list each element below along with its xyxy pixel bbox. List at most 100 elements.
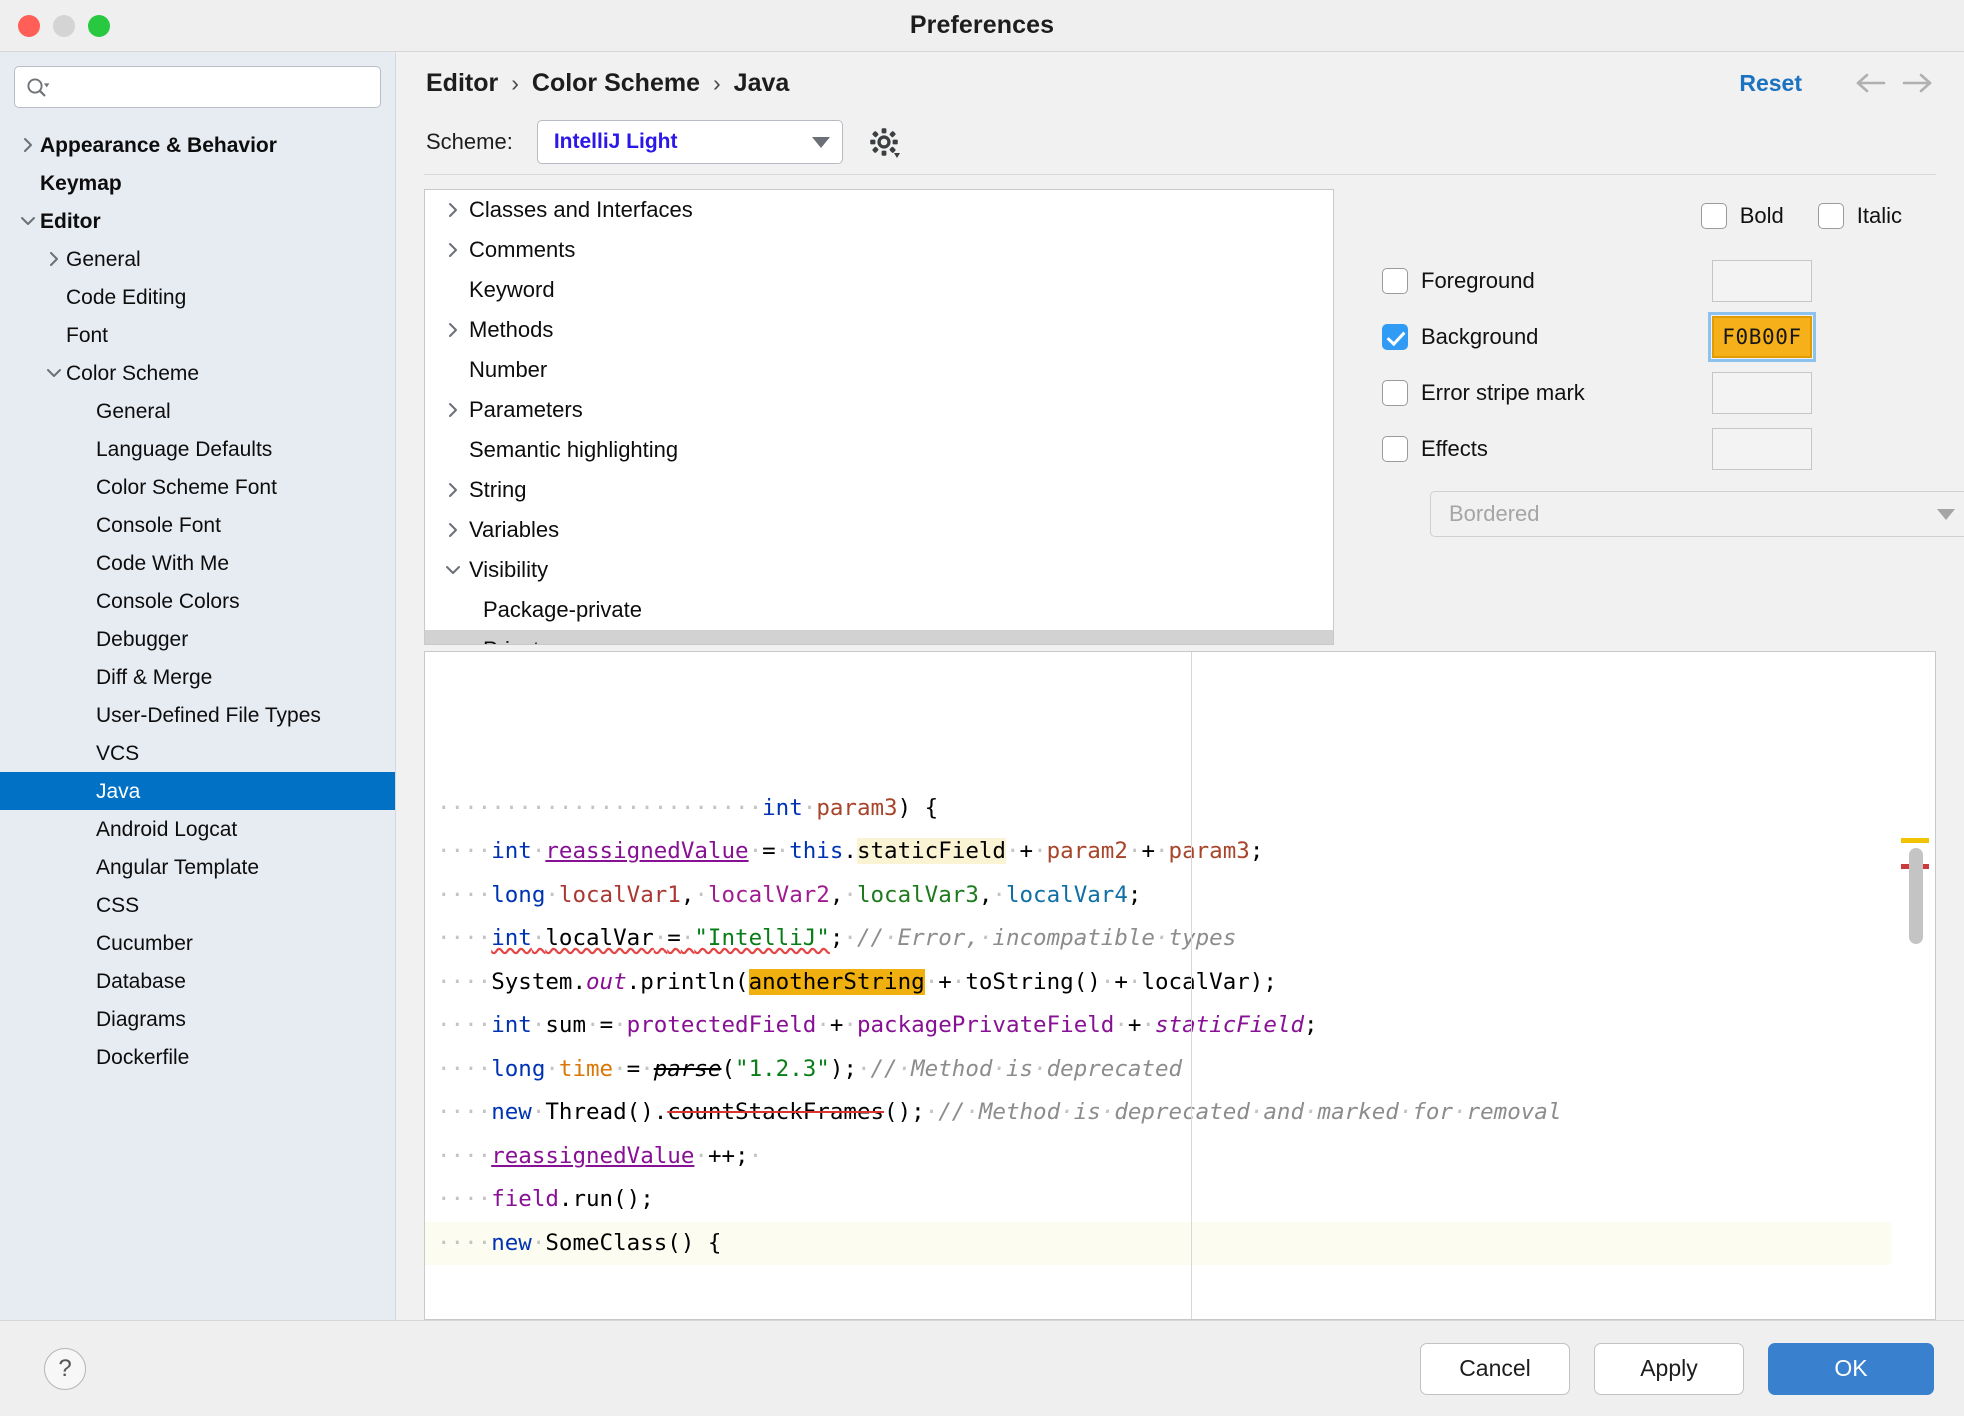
chevron-right-icon[interactable] <box>16 136 40 154</box>
background-color-swatch[interactable]: F0B00F <box>1708 312 1816 362</box>
foreground-checkbox-row[interactable]: Foreground <box>1382 268 1712 294</box>
sidebar-item-label: Font <box>66 323 109 347</box>
code-preview[interactable]: ························int·param3) { ···… <box>424 651 1936 1320</box>
sidebar-item-code-editing[interactable]: Code Editing <box>0 278 395 316</box>
search-input[interactable] <box>51 76 370 98</box>
sidebar-item-angular-template[interactable]: Angular Template <box>0 848 395 886</box>
breadcrumb-item-editor[interactable]: Editor <box>426 69 498 98</box>
scheme-tree-item-variables[interactable]: Variables <box>425 510 1333 550</box>
sidebar-item-console-font[interactable]: Console Font <box>0 506 395 544</box>
background-checkbox-row[interactable]: Background <box>1382 324 1712 350</box>
chevron-down-icon[interactable] <box>42 366 66 380</box>
breadcrumb-item-java[interactable]: Java <box>734 69 790 98</box>
sidebar-item-language-defaults[interactable]: Language Defaults <box>0 430 395 468</box>
scheme-tree-item-number[interactable]: Number <box>425 350 1333 390</box>
effects-checkbox[interactable] <box>1382 436 1408 462</box>
foreground-checkbox[interactable] <box>1382 268 1408 294</box>
sidebar-item-user-defined-file-types[interactable]: User-Defined File Types <box>0 696 395 734</box>
scheme-tree-item-classes-and-interfaces[interactable]: Classes and Interfaces <box>425 190 1333 230</box>
foreground-color-swatch[interactable] <box>1712 260 1812 302</box>
scheme-dropdown[interactable]: IntelliJ Light <box>536 120 843 164</box>
background-checkbox[interactable] <box>1382 324 1408 350</box>
scheme-tree-item-string[interactable]: String <box>425 470 1333 510</box>
scheme-tree-item-parameters[interactable]: Parameters <box>425 390 1333 430</box>
chevron-right-icon[interactable] <box>437 481 469 499</box>
arrow-right-icon[interactable] <box>1900 68 1934 98</box>
reset-button[interactable]: Reset <box>1739 70 1802 97</box>
code-line: ····int·reassignedValue·=·this.staticFie… <box>437 838 1264 864</box>
sidebar-item-appearance-behavior[interactable]: Appearance & Behavior <box>0 126 395 164</box>
preview-scrollbar-thumb[interactable] <box>1909 848 1923 944</box>
breadcrumb-item-color-scheme[interactable]: Color Scheme <box>532 69 700 98</box>
effects-color-swatch[interactable] <box>1712 428 1812 470</box>
sidebar-item-label: Angular Template <box>96 855 260 879</box>
sidebar-item-java[interactable]: Java <box>0 772 395 810</box>
title-bar: Preferences <box>0 0 1964 52</box>
scheme-tree-item-package-private[interactable]: Package-private <box>425 590 1333 630</box>
error-stripe-color-swatch[interactable] <box>1712 372 1812 414</box>
sidebar-item-label: General <box>66 247 141 271</box>
sidebar-item-diff-merge[interactable]: Diff & Merge <box>0 658 395 696</box>
sidebar-item-color-scheme[interactable]: Color Scheme <box>0 354 395 392</box>
apply-button[interactable]: Apply <box>1594 1342 1744 1395</box>
scheme-editor-area: Classes and Interfaces Comments Keyword Met… <box>396 175 1964 645</box>
cancel-button[interactable]: Cancel <box>1420 1342 1570 1395</box>
effect-type-dropdown: Bordered <box>1430 491 1964 537</box>
chevron-right-icon[interactable] <box>42 250 66 268</box>
breadcrumb-separator: › <box>511 69 519 96</box>
sidebar-item-database[interactable]: Database <box>0 962 395 1000</box>
code-line: ····long·time·=·parse("1.2.3");·//·Metho… <box>437 1055 1183 1082</box>
effects-checkbox-row[interactable]: Effects <box>1382 436 1712 462</box>
sidebar-item-label: Keymap <box>40 171 122 195</box>
code-line: ························int·param3) { <box>437 794 939 821</box>
attributes-panel: Bold Italic Foreground Background F0B00F… <box>1334 189 1964 645</box>
scheme-tree-item-private[interactable]: Private <box>425 630 1333 644</box>
scheme-tree-item-methods[interactable]: Methods <box>425 310 1333 350</box>
error-stripe-checkbox[interactable] <box>1382 380 1408 406</box>
bold-checkbox[interactable] <box>1700 203 1727 229</box>
scheme-tree-item-semantic-highlighting[interactable]: Semantic highlighting <box>425 430 1333 470</box>
chevron-right-icon[interactable] <box>437 521 469 539</box>
sidebar-item-android-logcat[interactable]: Android Logcat <box>0 810 395 848</box>
scheme-label: Scheme: <box>426 129 513 154</box>
sidebar-item-console-colors[interactable]: Console Colors <box>0 582 395 620</box>
ok-button[interactable]: OK <box>1768 1342 1934 1395</box>
bold-checkbox-row[interactable]: Bold <box>1700 203 1784 229</box>
italic-checkbox[interactable] <box>1817 203 1844 229</box>
gear-icon[interactable] <box>867 125 901 159</box>
marker-gutter[interactable] <box>1891 652 1935 1319</box>
scheme-tree-item-comments[interactable]: Comments <box>425 230 1333 270</box>
chevron-right-icon[interactable] <box>437 241 469 259</box>
code-line: ····System.out.println(anotherString·+·t… <box>437 968 1277 995</box>
sidebar-item-diagrams[interactable]: Diagrams <box>0 1000 395 1038</box>
chevron-down-icon[interactable] <box>437 563 469 577</box>
sidebar-item-label: Code Editing <box>66 285 187 309</box>
sidebar-item-vcs[interactable]: VCS <box>0 734 395 772</box>
chevron-right-icon[interactable] <box>437 401 469 419</box>
help-button[interactable]: ? <box>44 1347 86 1390</box>
sidebar-item-dockerfile[interactable]: Dockerfile <box>0 1038 395 1076</box>
warning-marker[interactable] <box>1901 838 1929 843</box>
sidebar-item-keymap[interactable]: Keymap <box>0 164 395 202</box>
sidebar-item-editor[interactable]: Editor <box>0 202 395 240</box>
sidebar-item-general[interactable]: General <box>0 240 395 278</box>
arrow-left-icon[interactable] <box>1854 68 1888 98</box>
sidebar-item-label: Dockerfile <box>96 1045 190 1069</box>
sidebar-item-font[interactable]: Font <box>0 316 395 354</box>
scheme-tree-item-visibility[interactable]: Visibility <box>425 550 1333 590</box>
chevron-right-icon[interactable] <box>437 321 469 339</box>
sidebar-item-color-scheme-font[interactable]: Color Scheme Font <box>0 468 395 506</box>
chevron-right-icon[interactable] <box>437 201 469 219</box>
sidebar-item-css[interactable]: CSS <box>0 886 395 924</box>
chevron-down-icon <box>1937 508 1955 520</box>
search-box[interactable] <box>14 66 381 108</box>
sidebar-item-general[interactable]: General <box>0 392 395 430</box>
scheme-tree-item-keyword[interactable]: Keyword <box>425 270 1333 310</box>
chevron-down-icon[interactable] <box>16 214 40 228</box>
sidebar-item-debugger[interactable]: Debugger <box>0 620 395 658</box>
color-scheme-tree[interactable]: Classes and Interfaces Comments Keyword Met… <box>424 189 1334 645</box>
italic-checkbox-row[interactable]: Italic <box>1817 203 1902 229</box>
sidebar-item-cucumber[interactable]: Cucumber <box>0 924 395 962</box>
error-stripe-checkbox-row[interactable]: Error stripe mark <box>1382 380 1712 406</box>
sidebar-item-code-with-me[interactable]: Code With Me <box>0 544 395 582</box>
